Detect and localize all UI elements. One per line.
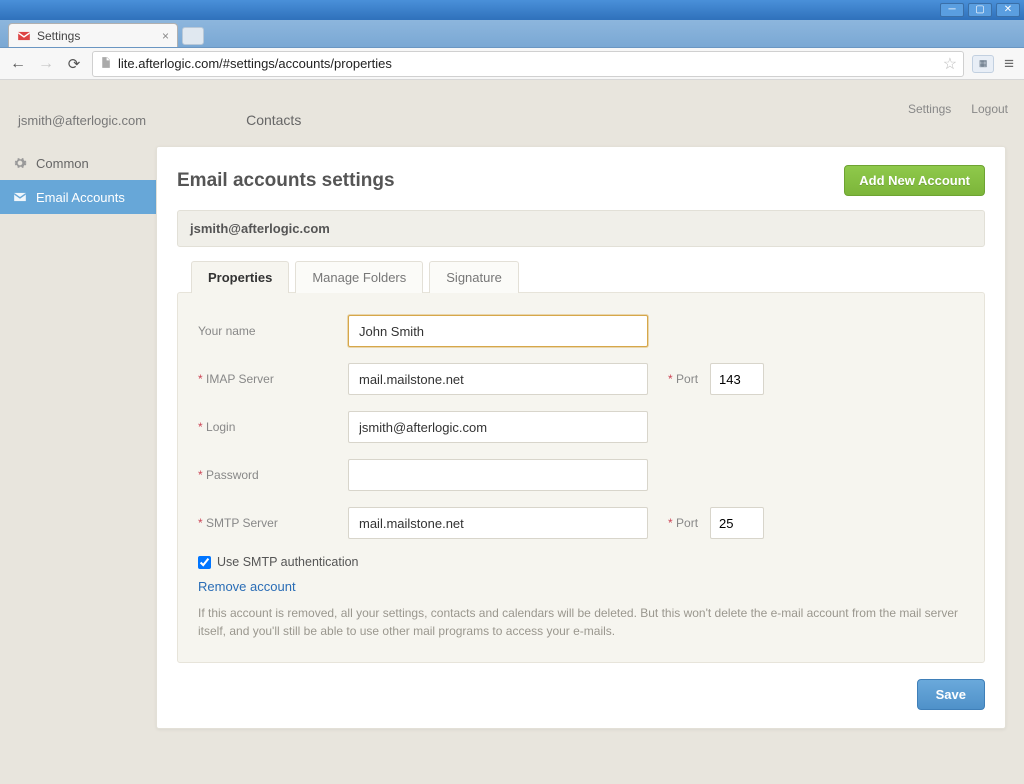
sidebar-item-email-accounts[interactable]: Email Accounts	[0, 180, 156, 214]
add-new-account-button[interactable]: Add New Account	[844, 165, 985, 196]
mail-icon	[17, 29, 31, 43]
settings-panel: Email accounts settings Add New Account …	[156, 146, 1006, 729]
settings-sidebar: Common Email Accounts	[0, 146, 156, 729]
tab-signature[interactable]: Signature	[429, 261, 519, 293]
settings-link[interactable]: Settings	[908, 102, 951, 116]
tab-close-icon[interactable]: ×	[162, 29, 169, 43]
your-name-label: Your name	[198, 324, 348, 338]
window-close-button[interactable]: ✕	[996, 3, 1020, 17]
url-text: lite.afterlogic.com/#settings/accounts/p…	[118, 56, 937, 71]
browser-tabstrip: Settings ×	[0, 20, 1024, 48]
imap-port-label: Port	[668, 372, 710, 386]
remove-account-link[interactable]: Remove account	[198, 579, 296, 594]
account-bar[interactable]: jsmith@afterlogic.com	[177, 210, 985, 247]
your-name-input[interactable]	[348, 315, 648, 347]
new-tab-button[interactable]	[182, 27, 204, 45]
tab-title: Settings	[37, 29, 80, 43]
window-minimize-button[interactable]: ─	[940, 3, 964, 17]
sidebar-item-common[interactable]: Common	[0, 146, 156, 180]
save-button[interactable]: Save	[917, 679, 985, 710]
browser-menu-button[interactable]: ≡	[1002, 54, 1016, 74]
password-label: Password	[198, 468, 348, 482]
browser-toolbar: ← → ⟳ lite.afterlogic.com/#settings/acco…	[0, 48, 1024, 80]
smtp-server-label: SMTP Server	[198, 516, 348, 530]
imap-server-input[interactable]	[348, 363, 648, 395]
reload-button[interactable]: ⟳	[64, 54, 84, 74]
smtp-server-input[interactable]	[348, 507, 648, 539]
gear-icon	[12, 155, 28, 171]
app-header: jsmith@afterlogic.com Contacts	[0, 96, 1024, 144]
properties-form: Your name IMAP Server Port Login Passwor…	[177, 292, 985, 663]
contacts-link[interactable]: Contacts	[246, 112, 301, 128]
sidebar-item-label: Common	[36, 156, 89, 171]
smtp-port-input[interactable]	[710, 507, 764, 539]
password-input[interactable]	[348, 459, 648, 491]
imap-port-input[interactable]	[710, 363, 764, 395]
app-root: Settings Logout jsmith@afterlogic.com Co…	[0, 96, 1024, 784]
extension-icon[interactable]: ▦	[972, 55, 994, 73]
tab-properties[interactable]: Properties	[191, 261, 289, 293]
envelope-icon	[12, 189, 28, 205]
sidebar-item-label: Email Accounts	[36, 190, 125, 205]
remove-account-note: If this account is removed, all your set…	[198, 604, 964, 640]
browser-tab[interactable]: Settings ×	[8, 23, 178, 47]
address-bar[interactable]: lite.afterlogic.com/#settings/accounts/p…	[92, 51, 964, 77]
window-titlebar: ─ ▢ ✕	[0, 0, 1024, 20]
app-topbar: Settings Logout	[908, 102, 1008, 116]
window-maximize-button[interactable]: ▢	[968, 3, 992, 17]
smtp-port-label: Port	[668, 516, 710, 530]
smtp-auth-label: Use SMTP authentication	[217, 555, 359, 569]
login-label: Login	[198, 420, 348, 434]
tab-manage-folders[interactable]: Manage Folders	[295, 261, 423, 293]
page-icon	[99, 56, 112, 72]
back-button[interactable]: ←	[8, 54, 28, 74]
login-input[interactable]	[348, 411, 648, 443]
bookmark-star-icon[interactable]: ☆	[943, 54, 957, 74]
account-tabs: Properties Manage Folders Signature	[191, 261, 985, 293]
page-title: Email accounts settings	[177, 170, 395, 192]
header-account-email[interactable]: jsmith@afterlogic.com	[18, 113, 146, 128]
imap-server-label: IMAP Server	[198, 372, 348, 386]
forward-button[interactable]: →	[36, 54, 56, 74]
smtp-auth-checkbox[interactable]	[198, 556, 211, 569]
logout-link[interactable]: Logout	[971, 102, 1008, 116]
